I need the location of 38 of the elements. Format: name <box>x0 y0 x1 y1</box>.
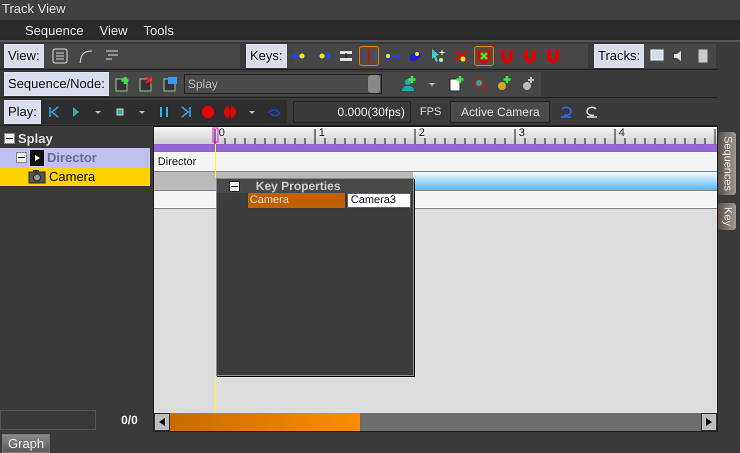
toolbar-label: Play: <box>4 100 41 124</box>
time-ruler[interactable]: 0 1 2 3 4 <box>154 127 718 144</box>
key-counter: 0/0 <box>120 412 139 429</box>
scroll-thumb[interactable] <box>170 413 360 431</box>
track-label: Director <box>156 156 196 168</box>
list-icon[interactable] <box>50 46 70 66</box>
menu-item[interactable]: Tools <box>136 22 182 38</box>
panel-title: Key Properties <box>256 179 340 193</box>
playhead-line[interactable] <box>214 144 216 178</box>
collapse-toggle[interactable] <box>4 133 15 144</box>
side-tab[interactable]: Sequences <box>718 132 736 196</box>
toolbar-label: Sequence/Node: <box>4 72 109 96</box>
camera-icon <box>28 169 46 184</box>
horizontal-scrollbar[interactable] <box>154 413 718 431</box>
split-arrows-icon[interactable] <box>358 46 379 66</box>
window-title: Track View <box>0 0 740 20</box>
menu-item[interactable]: View <box>92 22 136 38</box>
toolbar-label: Tracks: <box>594 44 644 68</box>
toolbar-label: View: <box>4 44 44 68</box>
toolbar-label: Keys: <box>246 44 287 68</box>
active-camera-button[interactable]: Active Camera <box>450 100 550 122</box>
left-arrow-icon <box>158 418 165 426</box>
tree-node-label[interactable]: Splay <box>18 131 53 146</box>
property-value-field[interactable]: Camera3 <box>346 193 411 208</box>
fps-label: FPS <box>418 106 442 118</box>
graph-tab[interactable]: Graph <box>2 434 50 453</box>
clapper-icon <box>30 150 44 166</box>
scroll-right-button[interactable] <box>701 413 718 431</box>
time-field[interactable]: 0.000(30fps) <box>292 100 411 122</box>
right-arrow-icon <box>706 418 712 426</box>
property-name: Camera <box>248 193 345 208</box>
sequence-dropdown[interactable]: Splay <box>184 74 382 94</box>
menu-item[interactable]: Sequence <box>17 22 92 38</box>
filter-field[interactable] <box>0 410 96 430</box>
scroll-left-button[interactable] <box>154 413 170 431</box>
side-tab[interactable]: Key <box>718 203 736 230</box>
magnet-cross-icon[interactable] <box>474 46 494 66</box>
collapse-toggle[interactable] <box>228 180 240 192</box>
